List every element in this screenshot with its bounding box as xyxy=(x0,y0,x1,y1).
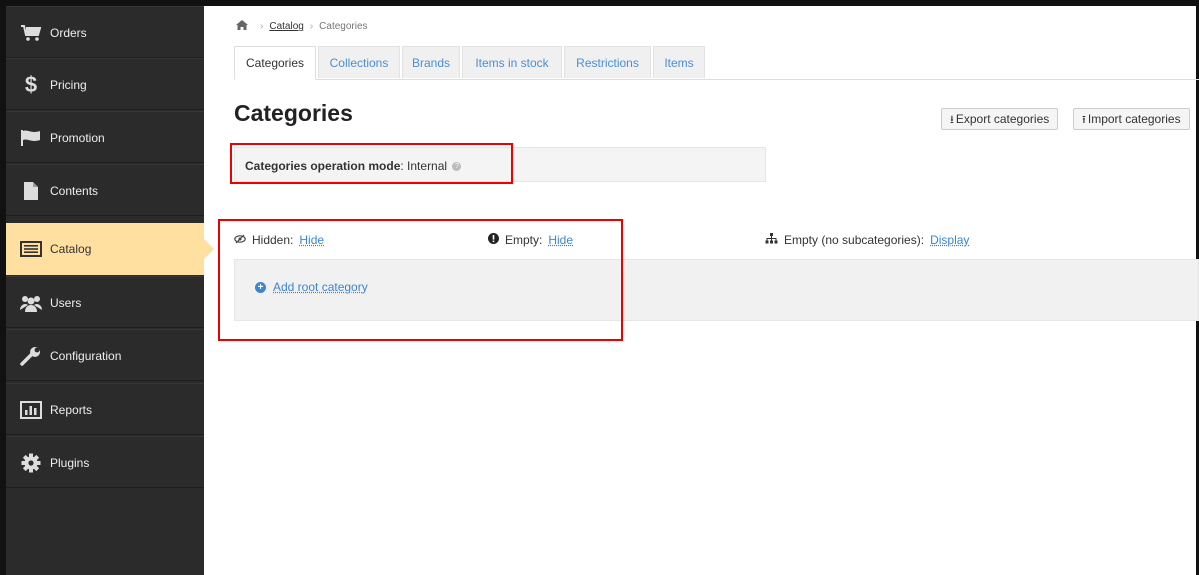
upload-icon: ⭱ xyxy=(1082,114,1086,126)
users-icon xyxy=(19,291,43,315)
plus-circle-icon: + xyxy=(255,281,266,293)
sidebar-item-label: Catalog xyxy=(50,242,92,256)
sidebar-item-catalog[interactable]: Catalog xyxy=(6,223,214,275)
sidebar-item-configuration[interactable]: Configuration xyxy=(6,329,204,381)
sidebar-item-label: Users xyxy=(50,296,82,310)
tab-restrictions[interactable]: Restrictions xyxy=(564,46,651,78)
sidebar-item-label: Orders xyxy=(50,26,87,40)
operation-mode-panel: Categories operation mode: Internal ? xyxy=(234,147,766,182)
filter-hidden: Hidden: Hide xyxy=(234,233,324,247)
dollar-icon: $ xyxy=(24,72,38,97)
export-categories-button[interactable]: ⭳ Export categories xyxy=(941,108,1059,130)
cart-icon xyxy=(19,21,43,45)
operation-mode-label: Categories operation mode xyxy=(245,159,401,173)
wrench-icon xyxy=(19,344,43,368)
sidebar-item-label: Reports xyxy=(50,403,93,417)
add-root-category-label: Add root category xyxy=(273,280,368,294)
breadcrumb-separator: › xyxy=(260,21,264,32)
filter-empty-toggle[interactable]: Hide xyxy=(548,233,573,247)
sidebar-item-users[interactable]: Users xyxy=(6,276,204,328)
tab-brands[interactable]: Brands xyxy=(402,46,460,78)
filter-empty-label: Empty: xyxy=(505,233,543,247)
sidebar-item-contents[interactable]: Contents xyxy=(6,164,204,216)
categories-tree-panel: + Add root category xyxy=(234,259,1199,321)
sidebar-item-promotion[interactable]: Promotion xyxy=(6,111,204,163)
help-icon[interactable]: ? xyxy=(452,162,462,172)
filter-no-subcategories-label: Empty (no subcategories): xyxy=(784,233,925,247)
sidebar-item-orders[interactable]: Orders xyxy=(6,6,204,58)
breadcrumb-separator: › xyxy=(309,21,314,32)
import-categories-button[interactable]: ⭱ Import categories xyxy=(1073,108,1190,130)
add-root-category-link[interactable]: + Add root category xyxy=(255,280,368,294)
sidebar-item-pricing[interactable]: $ Pricing xyxy=(6,58,204,110)
eye-slash-icon xyxy=(234,234,246,247)
flag-icon xyxy=(19,126,43,150)
filter-hidden-label: Hidden: xyxy=(252,233,294,247)
sidebar-item-label: Plugins xyxy=(50,456,90,470)
list-icon xyxy=(19,237,43,261)
file-icon xyxy=(19,179,43,203)
filter-empty: Empty: Hide xyxy=(488,233,573,247)
sitemap-icon xyxy=(765,233,778,247)
breadcrumb-catalog-link[interactable]: Catalog xyxy=(269,21,303,32)
sidebar-item-plugins[interactable]: Plugins xyxy=(6,436,204,488)
home-icon[interactable] xyxy=(236,20,248,33)
tab-bar: Categories Collections Brands Items in s… xyxy=(234,46,1199,80)
sidebar-item-label: Pricing xyxy=(50,78,87,92)
download-icon: ⭳ xyxy=(950,114,954,126)
filter-no-subcategories: Empty (no subcategories): Display xyxy=(765,233,969,247)
sidebar-item-label: Contents xyxy=(50,184,99,198)
breadcrumb-current: Categories xyxy=(319,21,368,32)
sidebar-item-label: Configuration xyxy=(50,349,122,363)
filter-no-subcategories-toggle[interactable]: Display xyxy=(930,233,969,247)
filter-hidden-toggle[interactable]: Hide xyxy=(299,233,324,247)
tab-categories[interactable]: Categories xyxy=(234,46,316,80)
import-label: Import categories xyxy=(1087,112,1181,126)
page-title: Categories xyxy=(234,100,353,126)
operation-mode-value: Internal xyxy=(407,159,448,173)
bar-chart-icon xyxy=(19,398,43,422)
export-label: Export categories xyxy=(955,112,1050,126)
tab-items-in-stock[interactable]: Items in stock xyxy=(462,46,562,78)
sidebar-item-label: Promotion xyxy=(50,131,105,145)
exclamation-icon xyxy=(488,233,499,247)
tab-collections[interactable]: Collections xyxy=(318,46,400,78)
sidebar-item-reports[interactable]: Reports xyxy=(6,383,204,435)
operation-mode-text: Categories operation mode: Internal ? xyxy=(245,159,462,173)
sidebar: Orders $ Pricing Promotion Contents Cata… xyxy=(6,6,214,575)
breadcrumb: › Catalog › Categories xyxy=(236,20,368,33)
gear-icon xyxy=(19,451,43,475)
tab-items[interactable]: Items xyxy=(653,46,705,78)
